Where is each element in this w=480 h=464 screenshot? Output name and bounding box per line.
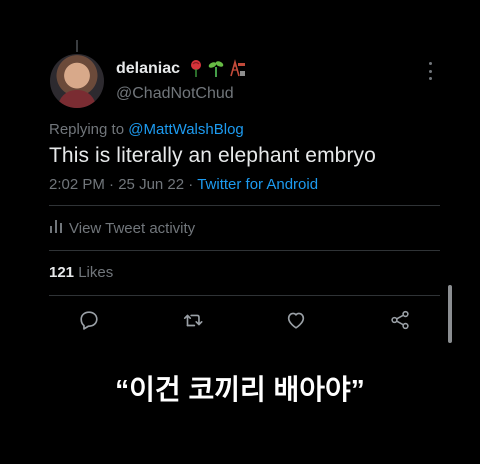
thread-connector-line: [76, 40, 78, 52]
tweet-source-link[interactable]: Twitter for Android: [197, 176, 318, 193]
activity-chart-icon: [49, 219, 63, 237]
reply-icon[interactable]: [77, 308, 101, 332]
display-name[interactable]: delaniac: [116, 60, 180, 78]
replying-to-line: Replying to @MattWalshBlog: [49, 121, 244, 138]
oil-derrick-emoji-icon: [228, 59, 246, 82]
activity-label: View Tweet activity: [69, 219, 196, 237]
meta-separator: ·: [188, 176, 194, 193]
more-options-icon[interactable]: [424, 62, 436, 80]
avatar-shirt: [58, 90, 96, 108]
likes-count: 121: [49, 264, 75, 281]
likes-label: Likes: [78, 264, 114, 281]
likes-count-link[interactable]: 121 Likes: [49, 264, 113, 281]
user-handle[interactable]: @ChadNotChud: [116, 85, 234, 103]
divider: [49, 295, 440, 296]
replying-to-label: Replying to: [49, 121, 125, 138]
reply-mention-link[interactable]: @MattWalshBlog: [128, 121, 244, 138]
tweet-meta: 2:02 PM · 25 Jun 22 · Twitter for Androi…: [49, 176, 318, 193]
divider: [49, 205, 440, 206]
like-icon[interactable]: [284, 308, 308, 332]
avatar[interactable]: [50, 54, 104, 108]
subtitle-caption: “이건 코끼리 배아야”: [115, 374, 365, 405]
scrollbar[interactable]: [448, 285, 452, 343]
seedling-emoji-icon: [208, 59, 224, 82]
divider: [49, 250, 440, 251]
view-tweet-activity-button[interactable]: View Tweet activity: [49, 219, 195, 237]
share-icon[interactable]: [388, 308, 412, 332]
display-name-emojis: [188, 59, 246, 82]
meta-separator: ·: [109, 176, 115, 193]
rose-emoji-icon: [188, 59, 204, 82]
tweet-date[interactable]: 25 Jun 22: [118, 176, 184, 193]
tweet-text: This is literally an elephant embryo: [49, 144, 376, 167]
retweet-icon[interactable]: [181, 308, 205, 332]
tweet-time[interactable]: 2:02 PM: [49, 176, 105, 193]
